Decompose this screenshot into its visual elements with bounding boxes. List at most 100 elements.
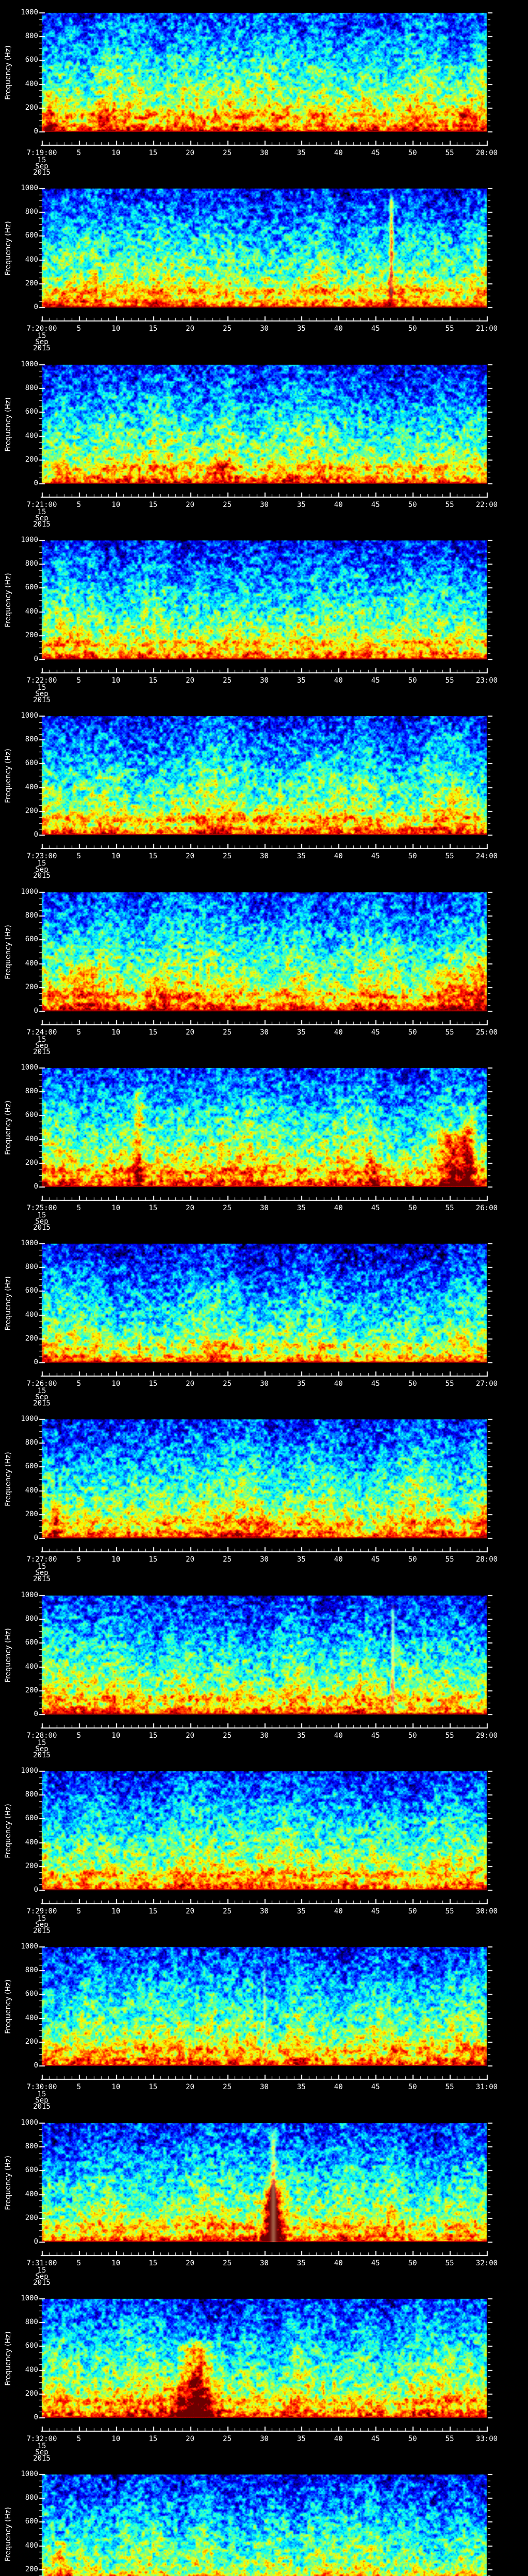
y-tick-label: 1000 bbox=[21, 360, 38, 368]
y-tick-label: 0 bbox=[34, 1182, 38, 1191]
y-tick-label: 200 bbox=[25, 1158, 38, 1167]
y-tick-label: 800 bbox=[25, 560, 38, 568]
y-tick-label: 400 bbox=[25, 1134, 38, 1143]
date-line: 2015 bbox=[33, 696, 51, 704]
frequency-axis-label: Frequency (Hz) bbox=[4, 2155, 12, 2210]
y-tick-label: 400 bbox=[25, 2365, 38, 2374]
spectrogram-panel: Frequency (Hz) 0 200 400 600 800 1000 7:20:00 5 1… bbox=[0, 176, 528, 352]
y-tick-label: 1000 bbox=[21, 184, 38, 192]
y-tick-label: 600 bbox=[25, 408, 38, 416]
y-tick-label: 200 bbox=[25, 103, 38, 112]
x-end-tick-label: 31:00 bbox=[475, 2083, 498, 2091]
frequency-axis-label: Frequency (Hz) bbox=[4, 2506, 12, 2562]
x-end-tick-label: 22:00 bbox=[475, 501, 498, 509]
y-tick-label: 0 bbox=[34, 2413, 38, 2421]
y-tick-label: 800 bbox=[25, 2318, 38, 2327]
spectrogram-panel: Frequency (Hz) 0 200 400 600 800 1000 7:21:00 5 1… bbox=[0, 352, 528, 528]
y-tick-label: 800 bbox=[25, 1263, 38, 1272]
y-tick-label: 0 bbox=[34, 303, 38, 311]
frequency-axis-label: Frequency (Hz) bbox=[4, 572, 12, 628]
date-line: 2015 bbox=[33, 1048, 51, 1056]
y-tick-label: 600 bbox=[25, 1814, 38, 1823]
y-tick-label: 200 bbox=[25, 279, 38, 287]
x-end-tick-label: 32:00 bbox=[475, 2259, 498, 2267]
frequency-axis-label: Frequency (Hz) bbox=[4, 397, 12, 452]
y-tick-label: 1000 bbox=[21, 711, 38, 720]
y-tick-label: 0 bbox=[34, 831, 38, 839]
x-end-tick-label: 29:00 bbox=[475, 1732, 498, 1740]
date-line: 2015 bbox=[33, 1927, 51, 1935]
y-tick-label: 800 bbox=[25, 32, 38, 41]
y-tick-label: 600 bbox=[25, 759, 38, 768]
y-tick-label: 400 bbox=[25, 1486, 38, 1495]
y-tick-label: 0 bbox=[34, 1710, 38, 1718]
y-tick-label: 800 bbox=[25, 384, 38, 393]
spectrogram-panel: Frequency (Hz) 0 200 400 600 800 1000 7:27:00 5 1… bbox=[0, 1406, 528, 1583]
x-end-tick-label: 30:00 bbox=[475, 1907, 498, 1916]
y-tick-label: 800 bbox=[25, 1438, 38, 1447]
y-tick-label: 400 bbox=[25, 1310, 38, 1319]
x-end-tick-label: 21:00 bbox=[475, 325, 498, 333]
y-tick-label: 200 bbox=[25, 2565, 38, 2573]
frequency-axis-label: Frequency (Hz) bbox=[4, 1979, 12, 2034]
spectrogram-canvas bbox=[0, 2462, 528, 2576]
y-tick-label: 1000 bbox=[21, 1063, 38, 1072]
y-tick-label: 200 bbox=[25, 1861, 38, 1870]
y-tick-label: 800 bbox=[25, 1615, 38, 1623]
y-tick-label: 400 bbox=[25, 959, 38, 968]
y-tick-label: 1000 bbox=[21, 888, 38, 896]
y-tick-label: 0 bbox=[34, 2238, 38, 2246]
y-tick-label: 200 bbox=[25, 806, 38, 815]
y-tick-label: 600 bbox=[25, 1462, 38, 1471]
date-line: 2015 bbox=[33, 1224, 51, 1232]
y-tick-label: 800 bbox=[25, 2494, 38, 2502]
spectrogram-panel: Frequency (Hz) 0 200 400 600 800 1000 7:31:00 5 1… bbox=[0, 2110, 528, 2286]
date-line: 2015 bbox=[33, 872, 51, 880]
y-tick-label: 400 bbox=[25, 2190, 38, 2198]
date-line: 2015 bbox=[33, 168, 51, 177]
frequency-axis-label: Frequency (Hz) bbox=[4, 1276, 12, 1331]
y-tick-label: 800 bbox=[25, 1966, 38, 1975]
spectrogram-panel: Frequency (Hz) 0 200 400 600 800 1000 7:23:00 5 1… bbox=[0, 703, 528, 879]
y-tick-label: 0 bbox=[34, 1534, 38, 1542]
y-tick-label: 800 bbox=[25, 2142, 38, 2151]
spectrogram-panel: Frequency (Hz) 0 200 400 600 800 1000 7:24:00 5 1… bbox=[0, 879, 528, 1056]
spectrogram-panel: Frequency (Hz)020040060080010007:33:0051… bbox=[0, 2462, 528, 2576]
spectrogram-panel: Frequency (Hz) 0 200 400 600 800 1000 7:32:00 5 1… bbox=[0, 2286, 528, 2462]
y-tick-label: 0 bbox=[34, 2061, 38, 2070]
x-end-tick-label: 26:00 bbox=[475, 1204, 498, 1212]
spectrogram-panel: Frequency (Hz) 0 200 400 600 800 1000 7:26:00 5 1… bbox=[0, 1231, 528, 1407]
frequency-axis-label: Frequency (Hz) bbox=[4, 1628, 12, 1683]
y-tick-label: 1000 bbox=[21, 1415, 38, 1423]
y-tick-label: 800 bbox=[25, 1087, 38, 1096]
y-tick-label: 1000 bbox=[21, 8, 38, 16]
y-tick-label: 400 bbox=[25, 431, 38, 440]
y-tick-label: 800 bbox=[25, 735, 38, 744]
spectrogram-figure: Frequency (Hz) 0 200 400 600 800 1000 7:19:00 5 1… bbox=[0, 0, 528, 2576]
y-tick-label: 200 bbox=[25, 1510, 38, 1518]
frequency-axis-label: Frequency (Hz) bbox=[4, 2331, 12, 2386]
date-line: 2015 bbox=[33, 1399, 51, 1408]
date-line: 2015 bbox=[33, 1575, 51, 1583]
date-line: 2015 bbox=[33, 344, 51, 352]
date-line: 2015 bbox=[33, 2103, 51, 2111]
y-tick-label: 600 bbox=[25, 2166, 38, 2175]
spectrogram-panel: Frequency (Hz) 0 200 400 600 800 1000 7:28:00 5 1… bbox=[0, 1583, 528, 1759]
y-tick-label: 0 bbox=[34, 127, 38, 135]
y-tick-label: 800 bbox=[25, 911, 38, 920]
y-tick-label: 400 bbox=[25, 783, 38, 791]
y-tick-label: 1000 bbox=[21, 1239, 38, 1247]
y-tick-label: 400 bbox=[25, 79, 38, 88]
y-tick-label: 1000 bbox=[21, 1942, 38, 1951]
frequency-axis-label: Frequency (Hz) bbox=[4, 1100, 12, 1155]
y-tick-label: 400 bbox=[25, 1838, 38, 1846]
frequency-axis-label: Frequency (Hz) bbox=[4, 221, 12, 276]
date-line: 2015 bbox=[33, 520, 51, 529]
y-tick-label: 400 bbox=[25, 255, 38, 264]
y-tick-label: 200 bbox=[25, 1334, 38, 1343]
y-tick-label: 1000 bbox=[21, 2294, 38, 2302]
date-line: 2015 bbox=[33, 2279, 51, 2287]
spectrogram-panel: Frequency (Hz) 0 200 400 600 800 1000 7:19:00 5 1… bbox=[0, 0, 528, 176]
frequency-axis-label: Frequency (Hz) bbox=[4, 748, 12, 803]
x-end-tick-label: 33:00 bbox=[475, 2435, 498, 2443]
